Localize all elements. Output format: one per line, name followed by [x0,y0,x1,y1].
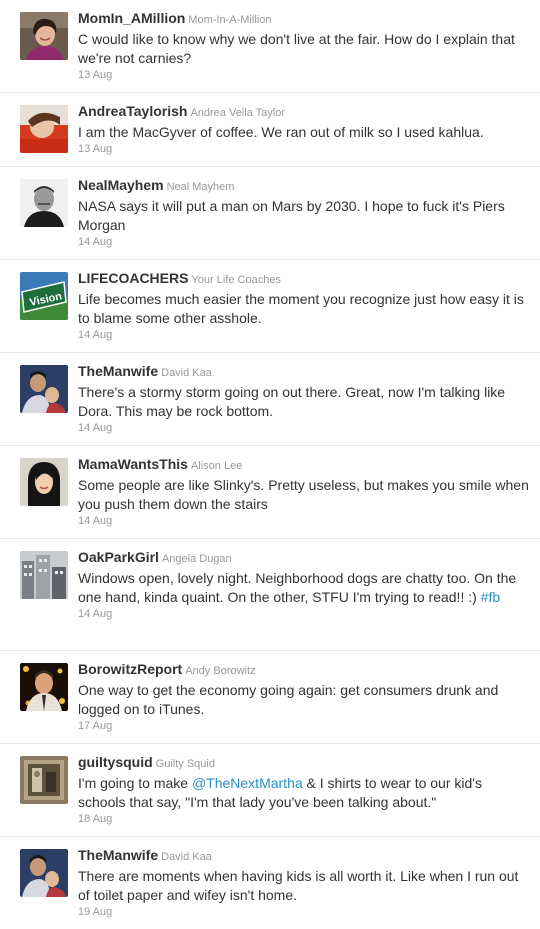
screen-name[interactable]: TheManwife [78,847,158,863]
avatar[interactable]: Vision [20,272,68,320]
screen-name[interactable]: BorowitzReport [78,661,182,677]
tweet-text: There are moments when having kids is al… [78,868,519,903]
screen-name[interactable]: MomIn_AMillion [78,10,185,26]
screen-name[interactable]: TheManwife [78,363,158,379]
tweet-text: NASA says it will put a man on Mars by 2… [78,198,505,233]
full-name: Angela Dugan [161,553,232,565]
full-name: Alison Lee [190,460,243,472]
avatar[interactable] [20,458,68,506]
screen-name[interactable]: MamaWantsThis [78,456,188,472]
avatar[interactable] [20,663,68,711]
tweet: TheManwife David Kaa There's a stormy sto… [0,353,540,446]
screen-name[interactable]: LIFECOACHERS [78,270,188,286]
timestamp[interactable]: 19 Aug [78,905,530,920]
timestamp[interactable]: 14 Aug [78,607,530,622]
tweet-text: One way to get the economy going again: … [78,682,499,717]
avatar[interactable] [20,179,68,227]
screen-name[interactable]: guiltysquid [78,754,153,770]
timestamp[interactable]: 14 Aug [78,514,530,529]
tweet-text: Windows open, lovely night. Neighborhood… [78,570,517,605]
avatar[interactable] [20,551,68,599]
tweet: MomIn_AMillion Mom-In-A-Million C would l… [0,0,540,93]
tweet-text: Life becomes much easier the moment you … [78,291,524,326]
timestamp[interactable]: 14 Aug [78,235,530,250]
timestamp[interactable]: 13 Aug [78,68,530,83]
tweet: OakParkGirl Angela Dugan Windows open, lo… [0,539,540,651]
tweet: MamaWantsThis Alison Lee Some people are … [0,446,540,539]
screen-name[interactable]: AndreaTaylorish [78,103,187,119]
mention-link[interactable]: @TheNextMartha [192,775,303,791]
full-name: Andrea Vella Taylor [190,107,286,119]
screen-name[interactable]: OakParkGirl [78,549,159,565]
tweet: NealMayhem Neal Mayhem NASA says it will … [0,167,540,260]
timestamp[interactable]: 14 Aug [78,328,530,343]
timestamp[interactable]: 13 Aug [78,142,530,157]
timestamp[interactable]: 14 Aug [78,421,530,436]
tweet-text: I'm going to make @TheNextMartha & I shi… [78,775,482,810]
tweet: AndreaTaylorish Andrea Vella Taylor I am … [0,93,540,167]
tweet-text: Some people are like Slinky's. Pretty us… [78,477,529,512]
screen-name[interactable]: NealMayhem [78,177,164,193]
avatar[interactable] [20,12,68,60]
tweet: Vision LIFECOACHERS Your Life Coaches Lif… [0,260,540,353]
tweet: guiltysquid Guilty Squid I'm going to mak… [0,744,540,837]
avatar[interactable] [20,849,68,897]
avatar[interactable] [20,105,68,153]
full-name: David Kaa [161,367,212,379]
avatar[interactable] [20,365,68,413]
timestamp[interactable]: 18 Aug [78,812,530,827]
full-name: Andy Borowitz [185,665,256,677]
tweet: TheManwife David Kaa There are moments wh… [0,837,540,929]
full-name: Mom-In-A-Million [188,14,272,26]
tweet-text: There's a stormy storm going on out ther… [78,384,506,419]
tweet-text: I am the MacGyver of coffee. We ran out … [78,124,484,140]
tweet: BorowitzReport Andy Borowitz One way to g… [0,651,540,744]
avatar[interactable] [20,756,68,804]
timestamp[interactable]: 17 Aug [78,719,530,734]
hashtag-link[interactable]: #fb [481,589,500,605]
tweet-text: C would like to know why we don't live a… [78,31,515,66]
full-name: Your Life Coaches [191,274,281,286]
full-name: Neal Mayhem [166,181,235,193]
full-name: David Kaa [161,851,212,863]
tweet-feed: MomIn_AMillion Mom-In-A-Million C would l… [0,0,540,929]
full-name: Guilty Squid [155,758,215,770]
